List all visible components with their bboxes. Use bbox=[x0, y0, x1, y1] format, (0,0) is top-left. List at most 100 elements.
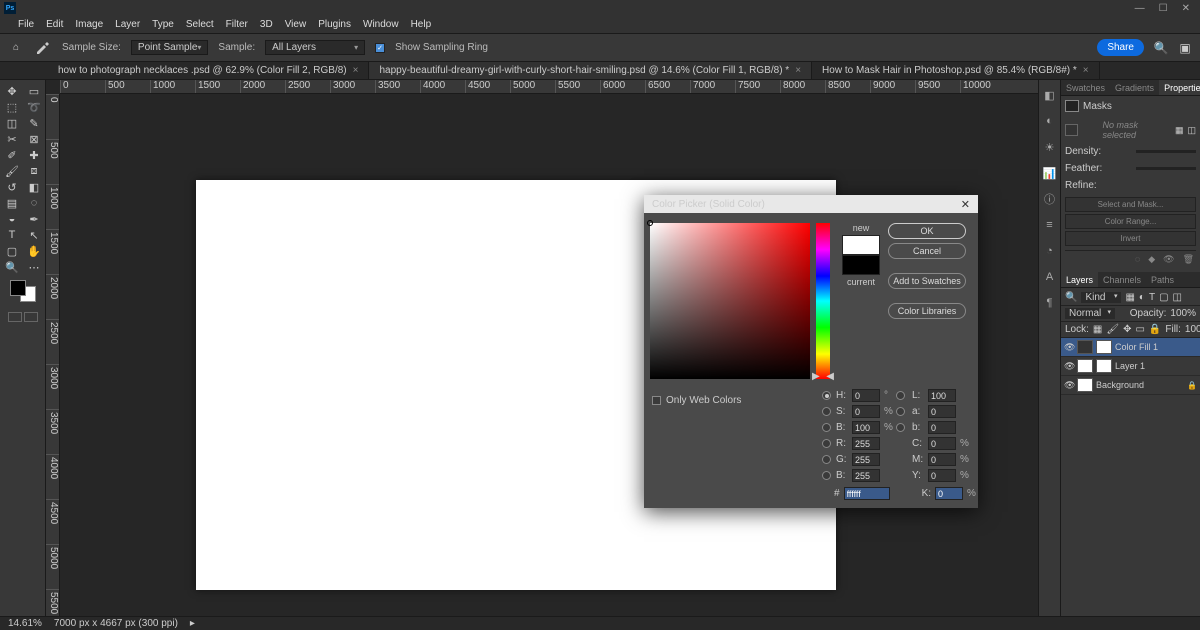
ok-button[interactable]: OK bbox=[888, 223, 966, 239]
layer-visibility-icon[interactable]: 👁 bbox=[1064, 380, 1074, 391]
dialog-close-icon[interactable]: ✕ bbox=[961, 198, 970, 211]
layer-name[interactable]: Layer 1 bbox=[1115, 361, 1197, 371]
clone-tool-icon[interactable]: ⧈ bbox=[24, 164, 44, 178]
filter-kind-dropdown[interactable]: Kind bbox=[1081, 292, 1121, 303]
b-rgb-radio[interactable] bbox=[822, 471, 831, 480]
shape-tool-icon[interactable]: ▢ bbox=[2, 244, 22, 258]
maximize-button[interactable]: ☐ bbox=[1159, 3, 1168, 14]
add-to-swatches-button[interactable]: Add to Swatches bbox=[888, 273, 966, 289]
menu-layer[interactable]: Layer bbox=[115, 19, 140, 30]
b-lab-input[interactable] bbox=[928, 421, 956, 434]
tab-channels[interactable]: Channels bbox=[1098, 272, 1146, 287]
l-radio[interactable] bbox=[896, 391, 905, 400]
menu-image[interactable]: Image bbox=[75, 19, 103, 30]
lasso-tool-icon[interactable]: ➰ bbox=[24, 100, 44, 114]
menu-file[interactable]: File bbox=[18, 19, 34, 30]
blend-mode-dropdown[interactable]: Normal bbox=[1065, 308, 1115, 319]
layer-visibility-icon[interactable]: 👁 bbox=[1064, 342, 1074, 353]
layer-name[interactable]: Background bbox=[1096, 380, 1184, 390]
fg-bg-color-swatch[interactable] bbox=[10, 280, 36, 302]
layer-name[interactable]: Color Fill 1 bbox=[1115, 342, 1197, 352]
frame-tool-icon[interactable]: ⊠ bbox=[24, 132, 44, 146]
r-radio[interactable] bbox=[822, 439, 831, 448]
document-tab[interactable]: happy-beautiful-dreamy-girl-with-curly-s… bbox=[369, 62, 812, 79]
layer-row[interactable]: 👁 Color Fill 1 bbox=[1061, 338, 1200, 357]
paragraph-panel-icon[interactable]: ¶ bbox=[1043, 296, 1057, 310]
filter-pixel-icon[interactable]: ▦ bbox=[1125, 292, 1134, 303]
disable-mask-icon[interactable]: 👁 bbox=[1163, 254, 1174, 265]
marquee-tool-icon[interactable]: ⬚ bbox=[2, 100, 22, 114]
lock-transparency-icon[interactable]: ▦ bbox=[1093, 324, 1102, 335]
sample-size-dropdown[interactable]: Point Sample bbox=[131, 40, 209, 55]
status-chevron-icon[interactable]: ▸ bbox=[190, 618, 195, 629]
layer-mask-thumbnail[interactable] bbox=[1096, 340, 1112, 354]
filter-adjust-icon[interactable]: ◐ bbox=[1139, 292, 1145, 303]
lock-image-icon[interactable]: 🖌 bbox=[1106, 324, 1119, 335]
sample-dropdown[interactable]: All Layers bbox=[265, 40, 365, 55]
tab-properties[interactable]: Properties bbox=[1159, 80, 1200, 95]
menu-help[interactable]: Help bbox=[411, 19, 432, 30]
b-rgb-input[interactable] bbox=[852, 469, 880, 482]
dodge-tool-icon[interactable]: ◒ bbox=[2, 212, 22, 226]
crop-tool-icon[interactable]: ✂ bbox=[2, 132, 22, 146]
eyedropper-tool-icon[interactable] bbox=[34, 39, 52, 57]
pixel-mask-icon[interactable]: ▦ bbox=[1175, 125, 1184, 136]
quick-mask-toggle[interactable] bbox=[2, 312, 44, 322]
web-colors-checkbox[interactable] bbox=[652, 396, 661, 405]
menu-edit[interactable]: Edit bbox=[46, 19, 63, 30]
move-tool-icon[interactable]: ✥ bbox=[2, 84, 22, 98]
invert-button[interactable]: Invert bbox=[1065, 231, 1196, 246]
history-brush-icon[interactable]: ↺ bbox=[2, 180, 22, 194]
color-panel-icon[interactable]: ◧ bbox=[1043, 88, 1057, 102]
lock-artboard-icon[interactable]: ▭ bbox=[1135, 324, 1144, 335]
zoom-level[interactable]: 14.61% bbox=[8, 618, 42, 629]
layer-thumbnail[interactable] bbox=[1077, 359, 1093, 373]
fill-value[interactable]: 100% bbox=[1185, 324, 1200, 335]
eyedropper-tool-icon[interactable]: ✐ bbox=[2, 148, 22, 162]
info-panel-icon[interactable]: ⓘ bbox=[1043, 192, 1057, 206]
tab-layers[interactable]: Layers bbox=[1061, 272, 1098, 287]
g-radio[interactable] bbox=[822, 455, 831, 464]
minimize-button[interactable]: — bbox=[1135, 3, 1145, 14]
document-tab[interactable]: how to photograph necklaces .psd @ 62.9%… bbox=[48, 62, 369, 79]
a-input[interactable] bbox=[928, 405, 956, 418]
opacity-value[interactable]: 100% bbox=[1170, 308, 1196, 319]
menu-3d[interactable]: 3D bbox=[260, 19, 273, 30]
menu-filter[interactable]: Filter bbox=[226, 19, 248, 30]
menu-plugins[interactable]: Plugins bbox=[318, 19, 351, 30]
quick-select-tool-icon[interactable]: ✎ bbox=[24, 116, 44, 130]
sat-radio[interactable] bbox=[822, 407, 831, 416]
tab-paths[interactable]: Paths bbox=[1146, 272, 1179, 287]
tab-close-icon[interactable]: × bbox=[1083, 65, 1089, 76]
dialog-titlebar[interactable]: Color Picker (Solid Color) ✕ bbox=[644, 195, 978, 213]
sat-input[interactable] bbox=[852, 405, 880, 418]
artboard-tool-icon[interactable]: ▭ bbox=[24, 84, 44, 98]
workspace-icon[interactable]: ▣ bbox=[1178, 41, 1192, 55]
k-input[interactable] bbox=[935, 487, 963, 500]
hand-tool-icon[interactable]: ✋ bbox=[24, 244, 44, 258]
b-lab-radio[interactable] bbox=[896, 423, 905, 432]
feather-slider[interactable] bbox=[1136, 167, 1196, 170]
styles-panel-icon[interactable]: ≡ bbox=[1043, 218, 1057, 232]
bright-input[interactable] bbox=[852, 421, 880, 434]
vector-mask-icon[interactable]: ◫ bbox=[1187, 125, 1196, 136]
filter-type-icon[interactable]: T bbox=[1149, 292, 1155, 303]
type-tool-icon[interactable]: T bbox=[2, 228, 22, 242]
more-tools-icon[interactable]: ⋯ bbox=[24, 260, 44, 274]
m-input[interactable] bbox=[928, 453, 956, 466]
hue-input[interactable] bbox=[852, 389, 880, 402]
brushes-panel-icon[interactable]: ◔ bbox=[1043, 244, 1057, 258]
tab-close-icon[interactable]: × bbox=[353, 65, 359, 76]
menu-view[interactable]: View bbox=[285, 19, 307, 30]
hex-input[interactable] bbox=[844, 487, 890, 500]
layer-visibility-icon[interactable]: 👁 bbox=[1064, 361, 1074, 372]
zoom-tool-icon[interactable]: 🔍 bbox=[2, 260, 22, 274]
menu-type[interactable]: Type bbox=[152, 19, 174, 30]
close-window-button[interactable]: ✕ bbox=[1182, 3, 1190, 14]
bright-radio[interactable] bbox=[822, 423, 831, 432]
blur-tool-icon[interactable]: ◌ bbox=[24, 196, 44, 210]
document-tab[interactable]: How to Mask Hair in Photoshop.psd @ 85.4… bbox=[812, 62, 1100, 79]
a-radio[interactable] bbox=[896, 407, 905, 416]
filter-smart-icon[interactable]: ◫ bbox=[1173, 292, 1182, 303]
share-button[interactable]: Share bbox=[1097, 39, 1144, 56]
